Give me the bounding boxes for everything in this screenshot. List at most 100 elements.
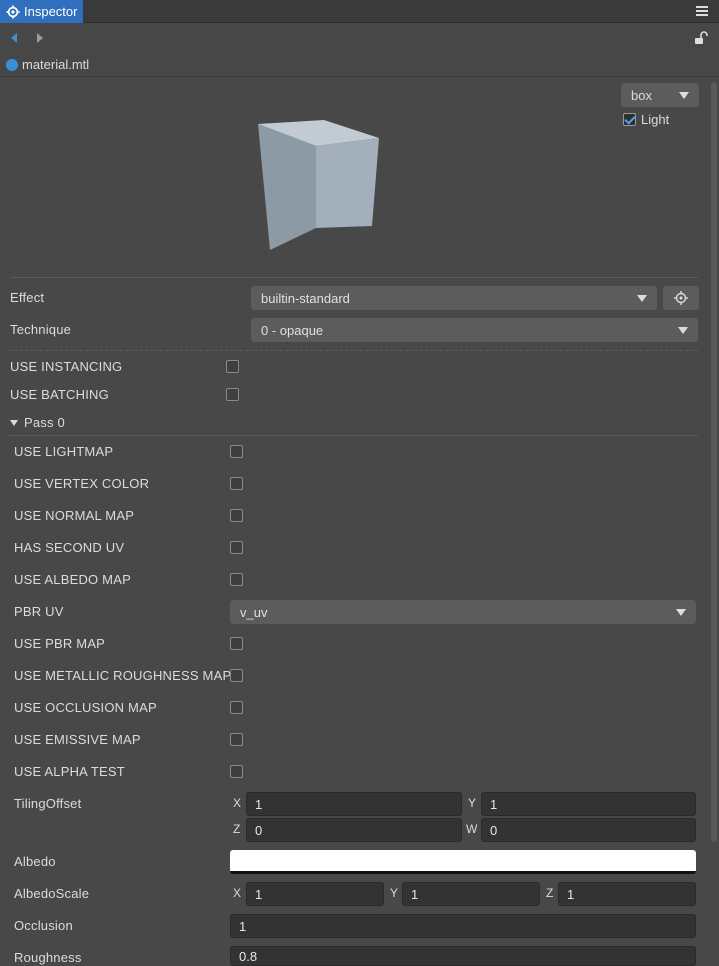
albedo-row: Albedo <box>0 847 719 877</box>
define-checkbox[interactable] <box>230 445 243 458</box>
define-label: USE PBR MAP <box>14 636 106 651</box>
target-icon <box>674 291 688 305</box>
axis-x-label: X <box>233 886 242 900</box>
roughness-input[interactable]: 0.8 <box>230 946 696 966</box>
define-label: USE ALPHA TEST <box>14 764 125 779</box>
axis-y-label: Y <box>390 886 399 900</box>
tiling-x-input[interactable]: 1 <box>246 792 462 816</box>
albedo-scale-y-input[interactable]: 1 <box>402 882 540 906</box>
define-row: USE ALBEDO MAP <box>0 565 719 595</box>
pass-label: Pass 0 <box>24 415 65 430</box>
light-checkbox[interactable] <box>623 113 636 126</box>
define-checkbox[interactable] <box>230 541 243 554</box>
preview-shape-value: box <box>631 87 652 103</box>
technique-row: Technique 0 - opaque <box>0 315 719 345</box>
albedo-label: Albedo <box>14 854 56 869</box>
divider <box>8 435 698 436</box>
define-label: USE VERTEX COLOR <box>14 476 150 491</box>
albedo-scale-row: AlbedoScale X 1 Y 1 Z 1 <box>0 879 719 909</box>
technique-select[interactable]: 0 - opaque <box>251 318 698 342</box>
axis-x-label: X <box>233 796 242 810</box>
albedo-scale-x-input[interactable]: 1 <box>246 882 384 906</box>
define-label: USE BATCHING <box>10 387 109 402</box>
define-checkbox[interactable] <box>230 733 243 746</box>
light-toggle[interactable]: Light <box>623 112 669 127</box>
define-checkbox[interactable] <box>230 669 243 682</box>
roughness-value: 0.8 <box>239 948 258 964</box>
chevron-down-icon <box>676 609 686 616</box>
occlusion-input[interactable]: 1 <box>230 914 696 938</box>
define-label: USE ALBEDO MAP <box>14 572 131 587</box>
unlock-icon[interactable] <box>694 31 708 45</box>
occlusion-value: 1 <box>239 918 247 934</box>
roughness-label: Roughness <box>14 950 82 965</box>
forward-arrow-icon[interactable] <box>34 32 46 44</box>
chevron-down-icon <box>678 327 688 334</box>
pbr-uv-label: PBR UV <box>14 604 64 619</box>
define-checkbox[interactable] <box>230 509 243 522</box>
divider <box>10 350 698 351</box>
effect-value: builtin-standard <box>261 290 350 306</box>
technique-value: 0 - opaque <box>261 322 324 338</box>
preview-shape-select[interactable]: box <box>621 83 699 107</box>
define-row: USE BATCHING <box>0 380 719 410</box>
albedo-color-swatch[interactable] <box>230 850 696 874</box>
define-checkbox[interactable] <box>230 701 243 714</box>
tiling-offset-label: TilingOffset <box>14 796 82 811</box>
albedo-scale-x-value: 1 <box>255 886 263 902</box>
axis-z-label: Z <box>233 822 241 836</box>
occlusion-row: Occlusion 1 <box>0 911 719 941</box>
define-label: USE EMISSIVE MAP <box>14 732 141 747</box>
define-row: USE EMISSIVE MAP <box>0 725 719 755</box>
define-row: USE ALPHA TEST <box>0 757 719 787</box>
effect-label: Effect <box>10 290 45 305</box>
locate-effect-button[interactable] <box>663 286 699 310</box>
tiling-x-value: 1 <box>255 796 263 812</box>
offset-z-value: 0 <box>255 822 263 838</box>
chevron-down-icon <box>637 295 647 302</box>
navigation-bar <box>0 23 719 53</box>
occlusion-label: Occlusion <box>14 918 73 933</box>
define-label: USE NORMAL MAP <box>14 508 135 523</box>
albedo-scale-z-value: 1 <box>567 886 575 902</box>
light-label: Light <box>641 112 670 127</box>
tiling-y-value: 1 <box>490 796 498 812</box>
define-checkbox[interactable] <box>230 573 243 586</box>
file-name: material.mtl <box>22 57 90 72</box>
back-arrow-icon[interactable] <box>8 32 20 44</box>
pass-header[interactable]: Pass 0 <box>0 408 719 438</box>
define-label: USE LIGHTMAP <box>14 444 114 459</box>
define-label: USE OCCLUSION MAP <box>14 700 157 715</box>
define-row: USE METALLIC ROUGHNESS MAP <box>0 661 719 691</box>
panel-header: Inspector <box>0 0 719 23</box>
define-checkbox[interactable] <box>226 360 239 373</box>
cube-preview[interactable] <box>250 116 390 256</box>
albedo-scale-label: AlbedoScale <box>14 886 90 901</box>
define-row: HAS SECOND UV <box>0 533 719 563</box>
offset-w-input[interactable]: 0 <box>481 818 696 842</box>
define-checkbox[interactable] <box>230 637 243 650</box>
material-preview: box Light <box>10 78 699 278</box>
define-row: USE INSTANCING <box>0 352 719 382</box>
effect-select[interactable]: builtin-standard <box>251 286 657 310</box>
material-icon <box>6 58 18 71</box>
axis-z-label: Z <box>546 886 554 900</box>
pbr-uv-select[interactable]: v_uv <box>230 600 696 624</box>
define-checkbox[interactable] <box>230 477 243 490</box>
triangle-down-icon <box>10 420 18 426</box>
define-row: USE NORMAL MAP <box>0 501 719 531</box>
tab-inspector[interactable]: Inspector <box>0 0 83 23</box>
vertical-scrollbar[interactable] <box>711 82 717 842</box>
offset-z-input[interactable]: 0 <box>246 818 462 842</box>
menu-icon[interactable] <box>695 4 709 18</box>
gear-icon <box>6 4 20 19</box>
roughness-row: Roughness 0.8 <box>0 943 719 966</box>
define-checkbox[interactable] <box>230 765 243 778</box>
define-row: USE PBR MAP <box>0 629 719 659</box>
albedo-scale-z-input[interactable]: 1 <box>558 882 696 906</box>
define-checkbox[interactable] <box>226 388 239 401</box>
pbr-uv-value: v_uv <box>240 604 268 620</box>
axis-w-label: W <box>466 822 478 836</box>
asset-title: material.mtl <box>0 53 719 77</box>
tiling-y-input[interactable]: 1 <box>481 792 696 816</box>
